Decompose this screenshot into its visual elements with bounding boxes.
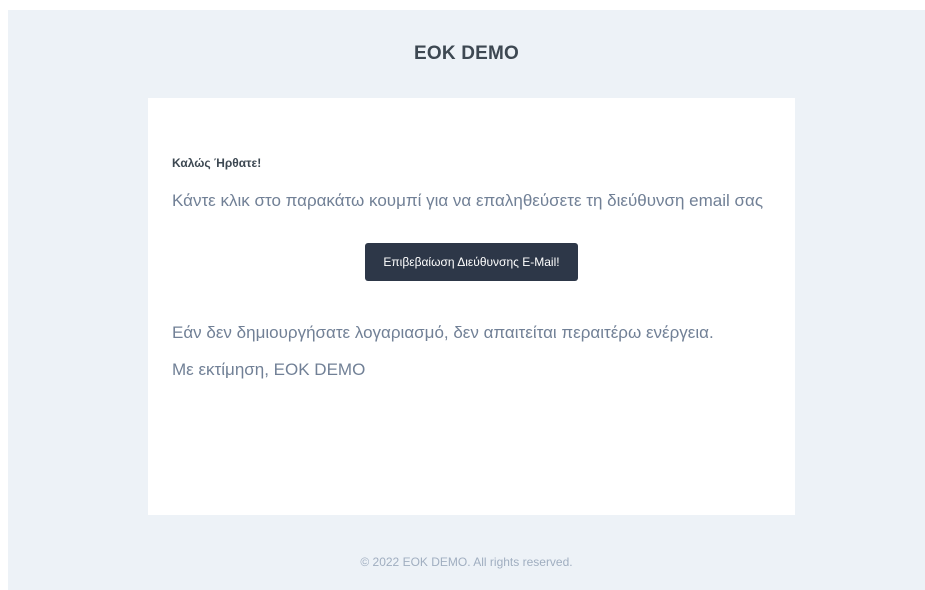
- email-header: EOK DEMO: [8, 10, 925, 98]
- greeting-heading: Καλώς Ήρθατε!: [172, 156, 262, 170]
- verify-email-button[interactable]: Επιβεβαίωση Διεύθυνσης E-Mail!: [365, 243, 578, 281]
- email-footer: © 2022 EOK DEMO. All rights reserved.: [8, 550, 925, 574]
- button-row: Επιβεβαίωση Διεύθυνσης E-Mail!: [172, 243, 771, 281]
- email-body-card: Καλώς Ήρθατε! Κάντε κλικ στο παρακάτω κο…: [148, 98, 795, 515]
- outro-text: Εάν δεν δημιουργήσατε λογαριασμό, δεν απ…: [172, 323, 714, 342]
- email-wrapper: EOK DEMO Καλώς Ήρθατε! Κάντε κλικ στο πα…: [8, 10, 925, 590]
- signoff-text: Με εκτίμηση, EOK DEMO: [172, 360, 366, 379]
- brand-link[interactable]: EOK DEMO: [414, 43, 519, 65]
- intro-text: Κάντε κλικ στο παρακάτω κουμπί για να επ…: [172, 191, 764, 210]
- copyright-text: © 2022 EOK DEMO. All rights reserved.: [360, 555, 573, 569]
